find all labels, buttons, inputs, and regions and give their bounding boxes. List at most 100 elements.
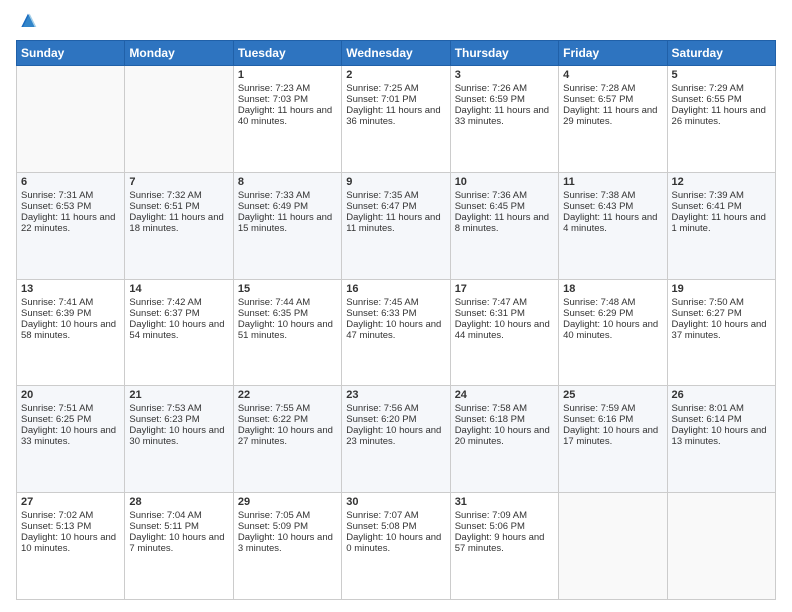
sunset-text: Sunset: 6:25 PM	[21, 414, 120, 425]
col-header-thursday: Thursday	[450, 41, 558, 66]
logo-icon	[18, 12, 38, 32]
daylight-text: Daylight: 10 hours and 10 minutes.	[21, 532, 120, 554]
daylight-text: Daylight: 11 hours and 29 minutes.	[563, 105, 662, 127]
calendar-cell: 3Sunrise: 7:26 AMSunset: 6:59 PMDaylight…	[450, 66, 558, 173]
calendar-cell: 20Sunrise: 7:51 AMSunset: 6:25 PMDayligh…	[17, 386, 125, 493]
daylight-text: Daylight: 10 hours and 7 minutes.	[129, 532, 228, 554]
day-number: 6	[21, 176, 120, 188]
sunrise-text: Sunrise: 7:32 AM	[129, 190, 228, 201]
day-number: 4	[563, 69, 662, 81]
logo	[16, 12, 40, 32]
calendar-cell: 19Sunrise: 7:50 AMSunset: 6:27 PMDayligh…	[667, 279, 775, 386]
daylight-text: Daylight: 11 hours and 33 minutes.	[455, 105, 554, 127]
sunrise-text: Sunrise: 7:38 AM	[563, 190, 662, 201]
sunset-text: Sunset: 6:53 PM	[21, 201, 120, 212]
sunrise-text: Sunrise: 7:04 AM	[129, 510, 228, 521]
daylight-text: Daylight: 11 hours and 1 minute.	[672, 212, 771, 234]
sunrise-text: Sunrise: 8:01 AM	[672, 403, 771, 414]
daylight-text: Daylight: 10 hours and 20 minutes.	[455, 425, 554, 447]
calendar-cell: 12Sunrise: 7:39 AMSunset: 6:41 PMDayligh…	[667, 172, 775, 279]
sunrise-text: Sunrise: 7:59 AM	[563, 403, 662, 414]
day-number: 21	[129, 389, 228, 401]
sunrise-text: Sunrise: 7:44 AM	[238, 297, 337, 308]
sunrise-text: Sunrise: 7:36 AM	[455, 190, 554, 201]
sunset-text: Sunset: 6:45 PM	[455, 201, 554, 212]
sunrise-text: Sunrise: 7:58 AM	[455, 403, 554, 414]
sunrise-text: Sunrise: 7:26 AM	[455, 83, 554, 94]
sunset-text: Sunset: 6:51 PM	[129, 201, 228, 212]
day-number: 1	[238, 69, 337, 81]
sunrise-text: Sunrise: 7:09 AM	[455, 510, 554, 521]
day-number: 8	[238, 176, 337, 188]
day-number: 26	[672, 389, 771, 401]
daylight-text: Daylight: 11 hours and 22 minutes.	[21, 212, 120, 234]
daylight-text: Daylight: 11 hours and 11 minutes.	[346, 212, 445, 234]
sunset-text: Sunset: 7:01 PM	[346, 94, 445, 105]
sunset-text: Sunset: 6:41 PM	[672, 201, 771, 212]
col-header-saturday: Saturday	[667, 41, 775, 66]
daylight-text: Daylight: 10 hours and 3 minutes.	[238, 532, 337, 554]
daylight-text: Daylight: 10 hours and 58 minutes.	[21, 319, 120, 341]
sunrise-text: Sunrise: 7:53 AM	[129, 403, 228, 414]
sunrise-text: Sunrise: 7:42 AM	[129, 297, 228, 308]
daylight-text: Daylight: 11 hours and 8 minutes.	[455, 212, 554, 234]
calendar-cell: 6 Sunrise: 7:31 AMSunset: 6:53 PMDaylight…	[17, 172, 125, 279]
calendar-cell: 26Sunrise: 8:01 AMSunset: 6:14 PMDayligh…	[667, 386, 775, 493]
sunset-text: Sunset: 5:08 PM	[346, 521, 445, 532]
daylight-text: Daylight: 10 hours and 17 minutes.	[563, 425, 662, 447]
calendar-cell: 13Sunrise: 7:41 AMSunset: 6:39 PMDayligh…	[17, 279, 125, 386]
col-header-friday: Friday	[559, 41, 667, 66]
calendar-cell: 9Sunrise: 7:35 AMSunset: 6:47 PMDaylight…	[342, 172, 450, 279]
day-number: 5	[672, 69, 771, 81]
calendar-cell: 25Sunrise: 7:59 AMSunset: 6:16 PMDayligh…	[559, 386, 667, 493]
calendar-cell: 24Sunrise: 7:58 AMSunset: 6:18 PMDayligh…	[450, 386, 558, 493]
col-header-monday: Monday	[125, 41, 233, 66]
daylight-text: Daylight: 10 hours and 37 minutes.	[672, 319, 771, 341]
calendar-table: SundayMondayTuesdayWednesdayThursdayFrid…	[16, 40, 776, 600]
day-number: 7	[129, 176, 228, 188]
page: SundayMondayTuesdayWednesdayThursdayFrid…	[0, 0, 792, 612]
daylight-text: Daylight: 11 hours and 36 minutes.	[346, 105, 445, 127]
calendar-cell	[667, 493, 775, 600]
sunset-text: Sunset: 5:13 PM	[21, 521, 120, 532]
daylight-text: Daylight: 11 hours and 26 minutes.	[672, 105, 771, 127]
calendar-cell: 7 Sunrise: 7:32 AMSunset: 6:51 PMDaylight…	[125, 172, 233, 279]
sunrise-text: Sunrise: 7:25 AM	[346, 83, 445, 94]
day-number: 30	[346, 496, 445, 508]
daylight-text: Daylight: 10 hours and 44 minutes.	[455, 319, 554, 341]
sunset-text: Sunset: 6:20 PM	[346, 414, 445, 425]
sunset-text: Sunset: 6:49 PM	[238, 201, 337, 212]
day-number: 9	[346, 176, 445, 188]
sunrise-text: Sunrise: 7:07 AM	[346, 510, 445, 521]
calendar-cell: 15Sunrise: 7:44 AMSunset: 6:35 PMDayligh…	[233, 279, 341, 386]
day-number: 17	[455, 283, 554, 295]
calendar-cell: 27Sunrise: 7:02 AMSunset: 5:13 PMDayligh…	[17, 493, 125, 600]
sunrise-text: Sunrise: 7:29 AM	[672, 83, 771, 94]
daylight-text: Daylight: 10 hours and 27 minutes.	[238, 425, 337, 447]
col-header-tuesday: Tuesday	[233, 41, 341, 66]
daylight-text: Daylight: 10 hours and 30 minutes.	[129, 425, 228, 447]
sunrise-text: Sunrise: 7:41 AM	[21, 297, 120, 308]
sunrise-text: Sunrise: 7:31 AM	[21, 190, 120, 201]
daylight-text: Daylight: 10 hours and 23 minutes.	[346, 425, 445, 447]
day-number: 22	[238, 389, 337, 401]
daylight-text: Daylight: 11 hours and 15 minutes.	[238, 212, 337, 234]
calendar-cell: 10Sunrise: 7:36 AMSunset: 6:45 PMDayligh…	[450, 172, 558, 279]
calendar-cell	[559, 493, 667, 600]
calendar-cell: 29Sunrise: 7:05 AMSunset: 5:09 PMDayligh…	[233, 493, 341, 600]
daylight-text: Daylight: 11 hours and 18 minutes.	[129, 212, 228, 234]
day-number: 12	[672, 176, 771, 188]
daylight-text: Daylight: 10 hours and 33 minutes.	[21, 425, 120, 447]
sunset-text: Sunset: 6:31 PM	[455, 308, 554, 319]
daylight-text: Daylight: 10 hours and 51 minutes.	[238, 319, 337, 341]
sunset-text: Sunset: 6:14 PM	[672, 414, 771, 425]
calendar-cell: 11Sunrise: 7:38 AMSunset: 6:43 PMDayligh…	[559, 172, 667, 279]
sunset-text: Sunset: 6:29 PM	[563, 308, 662, 319]
sunrise-text: Sunrise: 7:35 AM	[346, 190, 445, 201]
calendar-cell: 5Sunrise: 7:29 AMSunset: 6:55 PMDaylight…	[667, 66, 775, 173]
day-number: 20	[21, 389, 120, 401]
day-number: 2	[346, 69, 445, 81]
day-number: 24	[455, 389, 554, 401]
day-number: 29	[238, 496, 337, 508]
sunset-text: Sunset: 6:33 PM	[346, 308, 445, 319]
